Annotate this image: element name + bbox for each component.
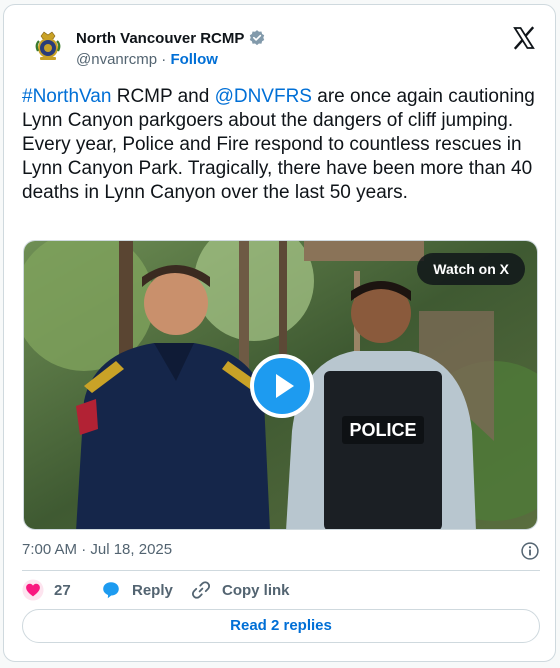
divider <box>22 570 540 571</box>
reply-button[interactable]: Reply <box>100 579 173 601</box>
hashtag-link[interactable]: #NorthVan <box>22 86 111 107</box>
tweet-text-segment: RCMP and <box>111 86 215 107</box>
watch-on-x-button[interactable]: Watch on X <box>417 253 525 285</box>
reply-bubble-icon <box>103 582 119 599</box>
read-replies-button[interactable]: Read 2 replies <box>22 609 540 643</box>
action-bar: 27 Reply Copy link <box>22 579 540 601</box>
like-button[interactable]: 27 <box>22 579 71 601</box>
tweet-timestamp[interactable]: 7:00 AM · Jul 18, 2025 <box>22 541 172 558</box>
like-count: 27 <box>54 581 71 599</box>
link-icon <box>191 581 211 599</box>
author-name[interactable]: North Vancouver RCMP <box>76 29 266 47</box>
author-avatar[interactable] <box>28 25 68 65</box>
author-handle[interactable]: @nvanrcmp <box>76 51 157 68</box>
vest-police-text: POLICE <box>349 420 416 440</box>
tweet-card: North Vancouver RCMP @nvanrcmp · Follow … <box>3 4 556 662</box>
tweet-text: #NorthVan RCMP and @DNVFRS are once agai… <box>22 85 540 205</box>
mention-link[interactable]: @DNVFRS <box>215 86 312 107</box>
handle-separator: · <box>161 51 167 68</box>
video-media[interactable]: POLICE Watch on X <box>23 240 538 530</box>
author-name-text[interactable]: North Vancouver RCMP <box>76 30 244 47</box>
reply-label: Reply <box>132 581 173 599</box>
info-icon[interactable] <box>520 541 540 561</box>
verified-badge-icon <box>250 30 265 46</box>
timestamp-row: 7:00 AM · Jul 18, 2025 <box>22 541 540 561</box>
play-button[interactable] <box>250 354 314 418</box>
play-icon <box>276 374 294 398</box>
x-logo-icon[interactable] <box>511 25 537 51</box>
rcmp-crest-icon <box>35 31 61 60</box>
copy-link-button[interactable]: Copy link <box>190 579 290 601</box>
heart-icon <box>22 579 44 601</box>
tweet-header: North Vancouver RCMP @nvanrcmp · Follow <box>4 5 555 77</box>
follow-button[interactable]: Follow <box>170 51 218 68</box>
copy-link-label: Copy link <box>222 581 290 599</box>
handle-row: @nvanrcmp · Follow <box>76 51 218 68</box>
